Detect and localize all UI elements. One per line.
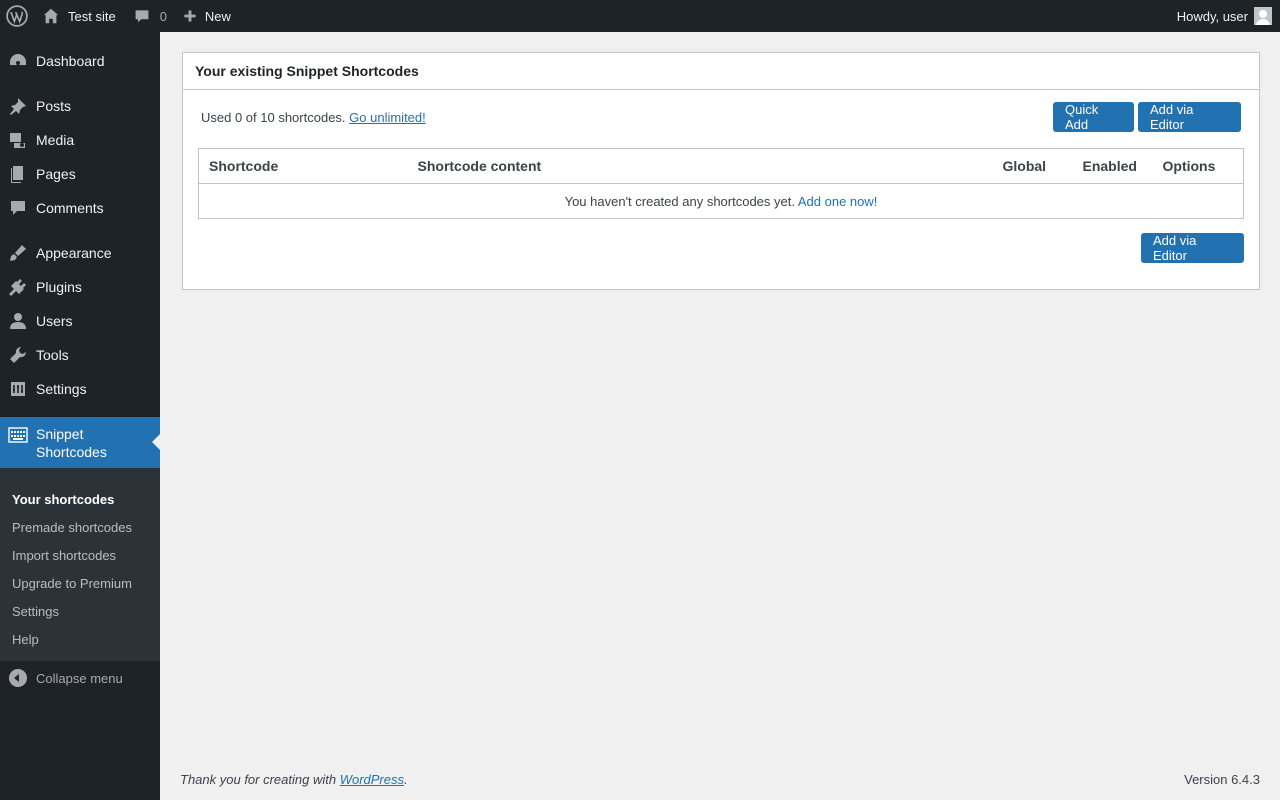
collapse-arrow-icon	[9, 669, 27, 687]
site-name: Test site	[68, 8, 116, 24]
add-via-editor-bottom-button[interactable]: Add via Editor	[1141, 233, 1244, 263]
sidebar-item-pages[interactable]: Pages	[0, 157, 160, 191]
brush-icon	[0, 236, 36, 270]
empty-text: You haven't created any shortcodes yet.	[564, 193, 795, 209]
sidebar-item-comments[interactable]: Comments	[0, 191, 160, 225]
sidebar-item-tools[interactable]: Tools	[0, 338, 160, 372]
submenu-premade-shortcodes[interactable]: Premade shortcodes	[12, 520, 132, 535]
collapse-menu-label: Collapse menu	[36, 670, 123, 686]
avatar	[1254, 7, 1272, 25]
submenu-your-shortcodes[interactable]: Your shortcodes	[12, 492, 114, 507]
howdy-text: Howdy, user	[1176, 8, 1248, 24]
admin-bar: Test site 0 New Howdy, user	[0, 0, 1280, 32]
keyboard-icon	[8, 426, 28, 447]
sidebar-item-plugins[interactable]: Plugins	[0, 270, 160, 304]
footer-thanks-suffix: .	[404, 772, 408, 787]
column-header-shortcode[interactable]: Shortcode	[198, 148, 408, 184]
column-header-options[interactable]: Options	[1152, 148, 1244, 184]
comments-count: 0	[159, 8, 167, 24]
column-header-global[interactable]: Global	[992, 148, 1073, 184]
wordpress-logo-icon[interactable]	[0, 0, 34, 32]
submenu-help[interactable]: Help	[12, 632, 39, 647]
comment-icon	[0, 191, 36, 225]
go-unlimited-link[interactable]: Go unlimited!	[349, 110, 426, 125]
snippet-submenu: Your shortcodes Premade shortcodes Impor…	[0, 468, 160, 661]
pin-icon	[0, 89, 36, 123]
add-one-now-link[interactable]: Add one now!	[798, 194, 878, 209]
sidebar-item-settings[interactable]: Settings	[0, 372, 160, 406]
quick-add-button[interactable]: Quick Add	[1053, 102, 1134, 132]
plug-icon	[0, 270, 36, 304]
empty-message: You haven't created any shortcodes yet. …	[199, 184, 1244, 219]
usage-line: Used 0 of 10 shortcodes. Go unlimited!	[201, 110, 426, 125]
footer-thanks-prefix: Thank you for creating with	[180, 772, 337, 787]
shortcodes-table: Shortcode Shortcode content Global Enabl…	[198, 148, 1244, 219]
column-header-shortcode-content[interactable]: Shortcode content	[407, 148, 993, 184]
collapse-menu-button[interactable]: Collapse menu	[0, 666, 160, 690]
home-icon	[43, 8, 59, 24]
snippet-label-line2: Shortcodes	[36, 444, 107, 460]
panel-title: Your existing Snippet Shortcodes	[183, 53, 1259, 90]
snippet-label-line1: Snippet	[36, 426, 84, 442]
sidebar-item-users[interactable]: Users	[0, 304, 160, 338]
sidebar-item-media[interactable]: Media	[0, 123, 160, 157]
account-menu[interactable]: Howdy, user	[1169, 0, 1280, 32]
usage-text: Used 0 of 10 shortcodes.	[201, 110, 346, 125]
empty-row: You haven't created any shortcodes yet. …	[199, 184, 1244, 219]
new-label: New	[204, 8, 231, 24]
submenu-upgrade-premium[interactable]: Upgrade to Premium	[12, 576, 132, 591]
new-content-link[interactable]: New	[175, 0, 239, 32]
submenu-import-shortcodes[interactable]: Import shortcodes	[12, 548, 116, 563]
pages-icon	[0, 157, 36, 191]
user-icon	[0, 304, 36, 338]
submenu-settings[interactable]: Settings	[12, 604, 59, 619]
settings-icon	[0, 372, 36, 406]
comment-bubble-icon	[135, 10, 149, 23]
add-via-editor-button[interactable]: Add via Editor	[1138, 102, 1241, 132]
site-name-link[interactable]: Test site	[34, 0, 124, 32]
admin-sidebar: Dashboard Posts Media Pages Comments App…	[0, 32, 160, 800]
wrench-icon	[0, 338, 36, 372]
comments-link[interactable]: 0	[124, 0, 175, 32]
dashboard-icon	[0, 44, 36, 78]
sidebar-item-appearance[interactable]: Appearance	[0, 236, 160, 270]
media-icon	[0, 123, 36, 157]
footer-version: Version 6.4.3	[1184, 772, 1260, 787]
sidebar-item-dashboard[interactable]: Dashboard	[0, 44, 160, 78]
sidebar-item-snippet-shortcodes[interactable]: Snippet Shortcodes	[0, 417, 160, 468]
wordpress-link[interactable]: WordPress	[340, 772, 404, 787]
footer-thanks: Thank you for creating with WordPress.	[180, 772, 408, 787]
shortcodes-panel: Your existing Snippet Shortcodes Used 0 …	[182, 52, 1260, 290]
column-header-enabled[interactable]: Enabled	[1072, 148, 1153, 184]
current-menu-arrow	[152, 434, 160, 450]
sidebar-item-posts[interactable]: Posts	[0, 89, 160, 123]
plus-icon	[184, 10, 196, 22]
